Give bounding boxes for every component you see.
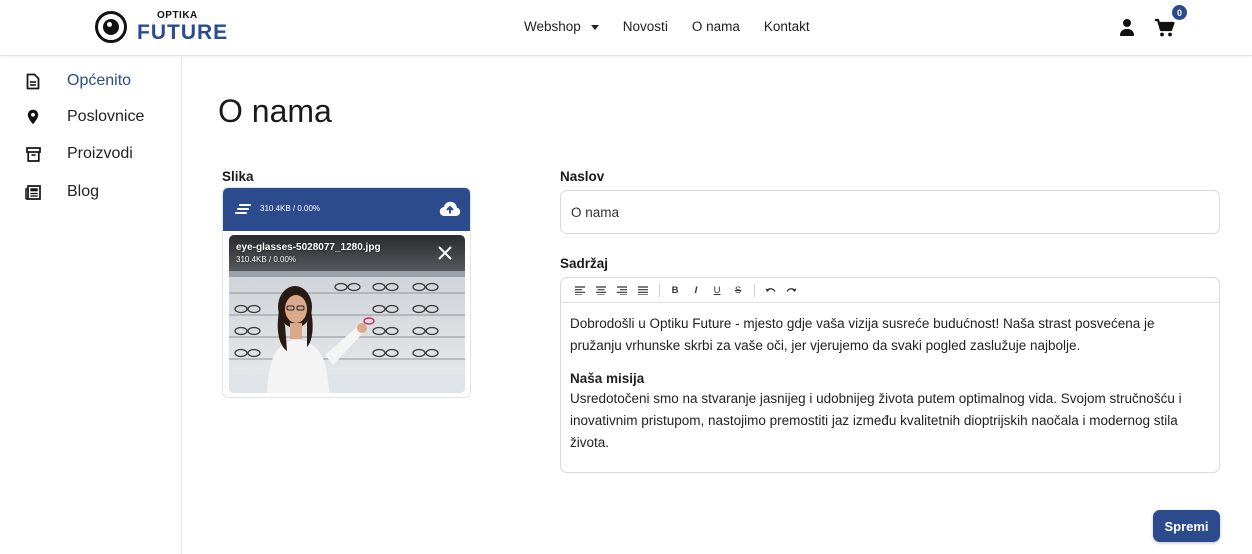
redo-icon[interactable] [782, 283, 800, 297]
uploaded-file-size: 310.4KB / 0.00% [236, 255, 297, 264]
undo-icon[interactable] [761, 283, 779, 297]
logo-text: OPTIKA FUTURE [137, 10, 229, 44]
top-header: OPTIKA FUTURE Webshop Novosti O nama Kon… [0, 0, 1252, 56]
sidebar-item-opcenito[interactable]: Općenito [24, 72, 131, 90]
title-input[interactable]: O nama [560, 190, 1220, 234]
strikethrough-icon[interactable]: S [729, 283, 747, 297]
toolbar-separator [754, 283, 755, 297]
nav-novosti[interactable]: Novosti [623, 19, 668, 34]
eye-logo-icon [95, 11, 127, 43]
nav-novosti-label: Novosti [622, 19, 668, 34]
document-icon [24, 72, 42, 90]
uploaded-file-name: eye-glasses-5028077_1280.jpg [236, 242, 381, 253]
align-center-icon[interactable] [592, 283, 610, 297]
save-button[interactable]: Spremi [1153, 510, 1220, 542]
image-uploader[interactable]: 310.4KB / 0.00% eye-glasses-5028077_1280… [222, 187, 471, 398]
toolbar-separator [659, 283, 660, 297]
nav-o-nama[interactable]: O nama [692, 19, 740, 34]
page-title: O nama [218, 93, 332, 129]
content-heading: Naša misija [570, 371, 645, 386]
editor-toolbar: B I U S [561, 278, 1219, 303]
upload-status-bar: 310.4KB / 0.00% [223, 188, 470, 231]
sidebar-item-label: Općenito [67, 72, 132, 89]
caret-down-icon [590, 24, 599, 30]
nav-webshop[interactable]: Webshop [524, 19, 599, 34]
align-justify-icon[interactable] [634, 283, 652, 297]
uploaded-image-preview: eye-glasses-5028077_1280.jpg 310.4KB / 0… [229, 235, 465, 393]
logo[interactable]: OPTIKA FUTURE [95, 11, 228, 43]
progress-lines-icon [235, 204, 251, 214]
cloud-upload-icon[interactable] [439, 201, 461, 222]
cart-icon[interactable] [1154, 18, 1176, 38]
underline-icon[interactable]: U [708, 283, 726, 297]
newspaper-icon [24, 183, 42, 201]
sidebar-item-proizvodi[interactable]: Proizvodi [24, 145, 133, 163]
content-intro: Dobrodošli u Optiku Future - mjesto gdje… [570, 316, 1155, 353]
bold-icon[interactable]: B [666, 283, 684, 297]
archive-box-icon [24, 145, 42, 163]
content-field-label: Sadržaj [560, 256, 609, 271]
nav-kontakt-label: Kontakt [763, 19, 810, 34]
content-mission: Usredotočeni smo na stvaranje jasnijeg i… [570, 391, 1182, 450]
upload-summary: 310.4KB / 0.00% [260, 204, 321, 213]
sidebar-item-poslovnice[interactable]: Poslovnice [24, 108, 144, 126]
user-icon[interactable] [1119, 19, 1135, 37]
close-icon[interactable] [437, 245, 453, 261]
cart-count-badge: 0 [1172, 5, 1187, 20]
sidebar-item-blog[interactable]: Blog [24, 183, 99, 201]
align-left-icon[interactable] [571, 283, 589, 297]
main-nav: Webshop Novosti O nama Kontakt [524, 19, 834, 34]
italic-icon[interactable]: I [687, 283, 705, 297]
image-label: Slika [222, 169, 254, 184]
nav-webshop-label: Webshop [524, 19, 581, 34]
sidebar-item-label: Proizvodi [67, 145, 133, 162]
logo-bottom-text: FUTURE [137, 21, 229, 44]
editor-content[interactable]: Dobrodošli u Optiku Future - mjesto gdje… [561, 303, 1219, 454]
logo-top-text: OPTIKA [157, 10, 198, 21]
sidebar: Općenito Poslovnice Proizvodi Blog [0, 56, 182, 554]
rich-text-editor[interactable]: B I U S Dobrodošli u Optiku Future - mje… [560, 277, 1220, 473]
sidebar-item-label: Poslovnice [67, 108, 145, 125]
align-right-icon[interactable] [613, 283, 631, 297]
location-pin-icon [24, 108, 42, 126]
nav-kontakt[interactable]: Kontakt [764, 19, 810, 34]
title-field-label: Naslov [560, 169, 605, 184]
sidebar-item-label: Blog [67, 183, 100, 200]
nav-o-nama-label: O nama [691, 19, 740, 34]
